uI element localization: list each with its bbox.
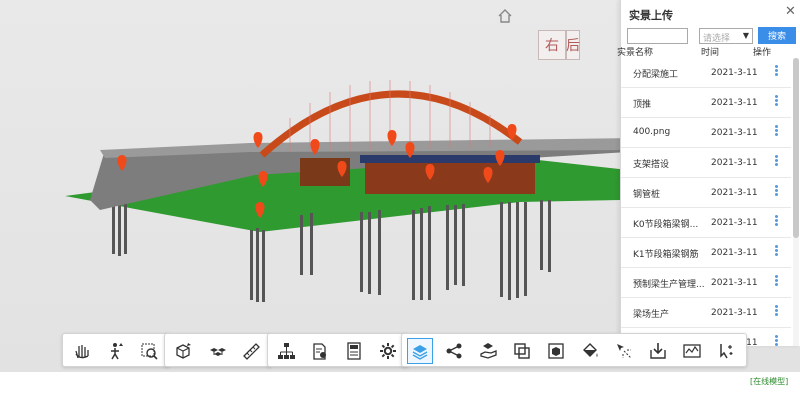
more-options-icon[interactable] — [773, 155, 779, 169]
settings-gear-icon[interactable] — [375, 338, 401, 364]
layers-icon[interactable] — [407, 338, 433, 364]
category-select[interactable]: 请选择 ▼ — [699, 28, 753, 44]
list-item-date: 2021-3-11 — [711, 128, 758, 138]
list-item[interactable]: 预制梁生产管理... 2021-3-11 — [621, 268, 791, 298]
upload-list: 分配梁施工 2021-3-11 顶推 2021-3-11 400.png 2021-3-1… — [621, 58, 800, 346]
select-cursor-icon[interactable] — [611, 338, 637, 364]
search-button[interactable]: 搜索 — [758, 27, 796, 44]
list-item-name: 顶推 — [633, 100, 652, 110]
home-icon[interactable] — [497, 8, 513, 24]
list-item-date: 2021-3-11 — [711, 308, 758, 318]
list-item[interactable]: K1节段箱梁钢筋 2021-3-11 — [621, 238, 791, 268]
list-item-date: 2021-3-11 — [711, 218, 758, 228]
measure-ruler-icon[interactable] — [238, 338, 264, 364]
list-item[interactable]: 400.png 2021-3-11 — [621, 118, 791, 148]
scaffolding-main — [365, 160, 535, 194]
person-walk-icon[interactable] — [102, 338, 128, 364]
list-item[interactable]: 钢管桩 2021-3-11 — [621, 178, 791, 208]
column-header-time: 时间 — [701, 48, 720, 58]
list-item[interactable]: 支架搭设 2021-3-11 — [621, 148, 791, 178]
more-options-icon[interactable] — [773, 275, 779, 289]
more-options-icon[interactable] — [773, 215, 779, 229]
online-model-label[interactable]: [在线模型] — [750, 376, 788, 387]
close-icon[interactable]: ✕ — [785, 4, 796, 19]
list-item-date: 2021-3-11 — [711, 278, 758, 288]
list-item-name: K1节段箱梁钢筋 — [633, 250, 699, 260]
column-header-name: 实景名称 — [617, 48, 654, 58]
list-scrollbar[interactable] — [793, 58, 799, 346]
steel-girder — [360, 155, 540, 163]
package-hand-icon[interactable] — [475, 338, 501, 364]
view-cube[interactable]: 右 后 — [536, 20, 584, 66]
overlap-squares-icon[interactable] — [509, 338, 535, 364]
list-item-name: 钢管桩 — [633, 190, 661, 200]
list-item-date: 2021-3-11 — [711, 188, 758, 198]
list-item-date: 2021-3-11 — [711, 98, 758, 108]
section-box-icon[interactable] — [170, 338, 196, 364]
zoom-box-icon[interactable] — [136, 338, 162, 364]
more-options-icon[interactable] — [773, 125, 779, 139]
toolbar-group — [62, 333, 170, 367]
list-item-name: 支架搭设 — [633, 160, 670, 170]
list-item-date: 2021-3-11 — [711, 158, 758, 168]
panel-title: 实景上传 — [629, 9, 673, 22]
viewcube-face-side[interactable]: 后 — [566, 30, 580, 60]
viewcube-face-front[interactable]: 右 — [538, 30, 566, 60]
more-options-icon[interactable] — [773, 335, 779, 346]
list-item-name: 400.png — [633, 127, 671, 137]
list-item-date: 2021-3-11 — [711, 248, 758, 258]
more-options-icon[interactable] — [773, 95, 779, 109]
select-placeholder: 请选择 — [703, 34, 731, 44]
more-options-icon[interactable] — [773, 185, 779, 199]
live-upload-panel: 实景上传 ✕ 请选择 ▼ 搜索 实景名称 时间 操作 分配梁施工 2021-3-1… — [617, 0, 800, 346]
list-item-date: 2021-3-11 — [711, 68, 758, 78]
more-options-icon[interactable] — [773, 65, 779, 79]
share-icon[interactable] — [441, 338, 467, 364]
list-item-name: 梁场生产 — [633, 310, 670, 320]
toolbar-group — [401, 333, 747, 367]
model-tree-icon[interactable] — [273, 338, 299, 364]
scrollbar-thumb[interactable] — [793, 58, 799, 238]
list-item[interactable]: 分配梁施工 2021-3-11 — [621, 58, 791, 88]
hand-pan-icon[interactable] — [68, 338, 94, 364]
list-item[interactable]: 顶推 2021-3-11 — [621, 88, 791, 118]
document-props-icon[interactable] — [307, 338, 333, 364]
column-header-action: 操作 — [753, 48, 772, 58]
list-item[interactable]: K0节段箱梁钢... 2021-3-11 — [621, 208, 791, 238]
paint-bucket-icon[interactable] — [577, 338, 603, 364]
cube-icon[interactable] — [543, 338, 569, 364]
explode-cubes-icon[interactable] — [204, 338, 230, 364]
sparkle-cursor-icon[interactable] — [713, 338, 739, 364]
list-item-name: 分配梁施工 — [633, 70, 679, 80]
more-options-icon[interactable] — [773, 305, 779, 319]
toolbar-group — [164, 333, 272, 367]
list-item-name: 预制梁生产管理... — [633, 280, 705, 290]
list-item-name: K0节段箱梁钢... — [633, 220, 699, 230]
chart-monitor-icon[interactable] — [679, 338, 705, 364]
properties-panel-icon[interactable] — [341, 338, 367, 364]
toolbar-group — [267, 333, 409, 367]
more-options-icon[interactable] — [773, 245, 779, 259]
search-input[interactable] — [627, 28, 688, 44]
list-item[interactable]: 梁场生产 2021-3-11 — [621, 298, 791, 328]
download-box-icon[interactable] — [645, 338, 671, 364]
chevron-down-icon: ▼ — [742, 31, 749, 40]
